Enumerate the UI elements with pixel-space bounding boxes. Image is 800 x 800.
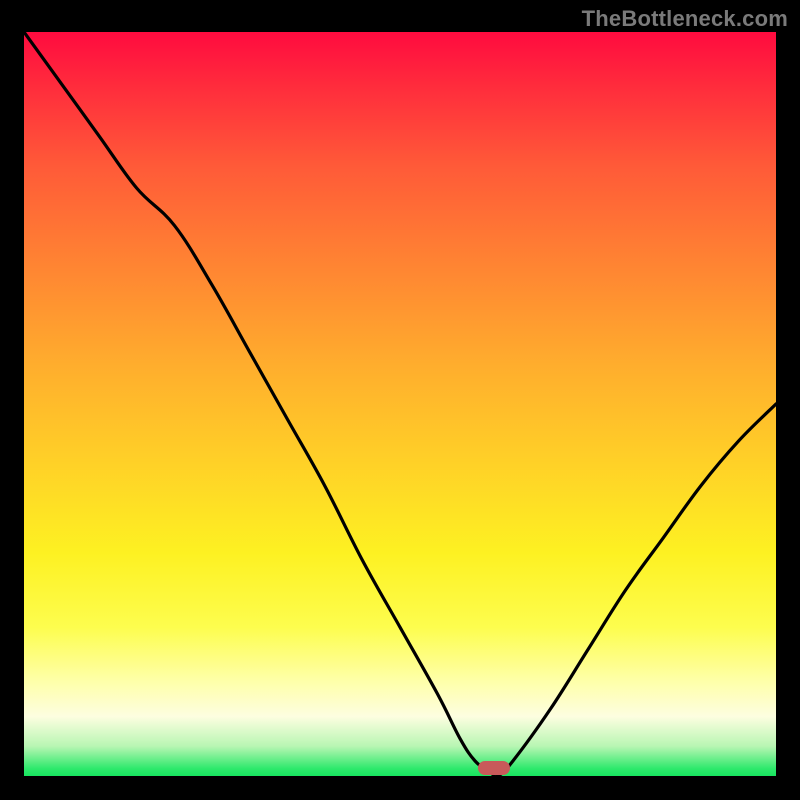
curve-path (24, 32, 776, 776)
minimum-marker (478, 761, 510, 775)
plot-area (24, 32, 776, 776)
attribution-label: TheBottleneck.com (582, 6, 788, 32)
chart-frame: TheBottleneck.com (0, 0, 800, 800)
bottleneck-curve (24, 32, 776, 776)
